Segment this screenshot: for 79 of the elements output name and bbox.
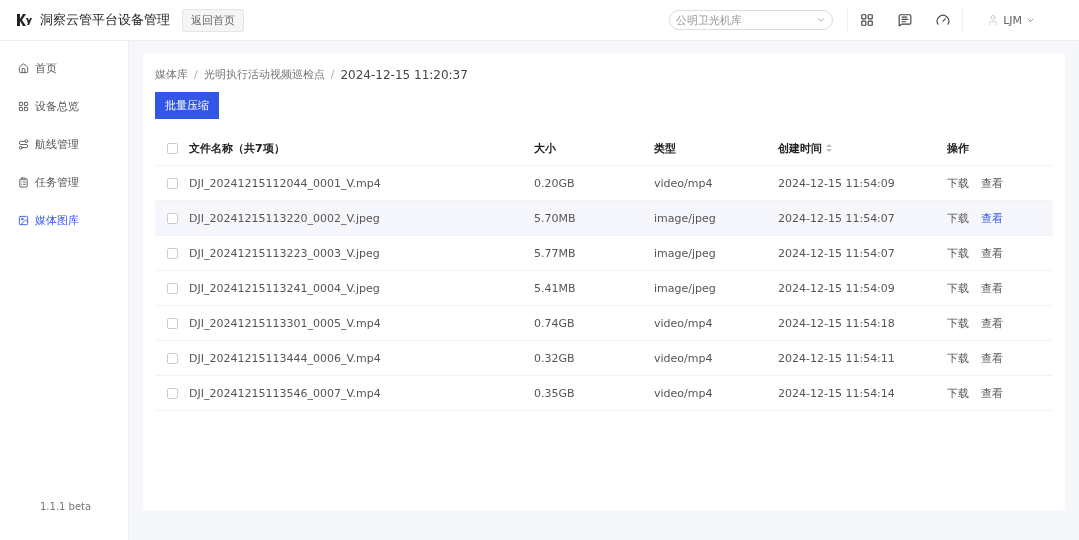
table-cell: DJI_20241215112044_0001_V.mp4 xyxy=(189,176,381,190)
menu-icon xyxy=(18,138,29,150)
action-link[interactable]: 下载 xyxy=(947,175,969,191)
sidebar-item[interactable]: 航线管理 xyxy=(0,125,128,163)
table-cell: image/jpeg xyxy=(654,246,716,260)
breadcrumb-separator: / xyxy=(330,68,335,81)
user-menu[interactable]: LJM xyxy=(981,12,1041,28)
chevron-down-icon xyxy=(816,15,827,25)
menu-icon xyxy=(18,214,29,226)
checkbox[interactable] xyxy=(166,247,178,259)
table-cell: 5.77MB xyxy=(534,246,576,260)
table-cell: video/mp4 xyxy=(654,176,713,190)
sort-icon[interactable] xyxy=(826,144,832,152)
action-link[interactable]: 下载 xyxy=(947,350,969,366)
back-home-button[interactable]: 返回首页 xyxy=(182,8,244,32)
checkbox[interactable] xyxy=(166,212,178,224)
version-label: 1.1.1 beta xyxy=(39,501,93,514)
checkbox[interactable] xyxy=(166,317,178,329)
batch-compress-button[interactable]: 批量压缩 xyxy=(155,92,219,119)
sidebar-item[interactable]: 首页 xyxy=(0,49,128,87)
checkbox[interactable] xyxy=(166,142,178,154)
table-cell: DJI_20241215113301_0005_V.mp4 xyxy=(189,316,381,330)
table-cell: DJI_20241215113241_0004_V.jpeg xyxy=(189,281,380,295)
action-link[interactable]: 查看 xyxy=(981,280,1003,296)
table-cell: video/mp4 xyxy=(654,316,713,330)
user-icon xyxy=(987,14,1000,26)
action-link[interactable]: 下载 xyxy=(947,315,969,331)
column-header: 操作 xyxy=(947,140,969,156)
table-cell: 2024-12-15 11:54:18 xyxy=(778,316,895,330)
app-title: 洞察云管平台设备管理 xyxy=(40,11,170,29)
table-cell: 0.20GB xyxy=(534,176,575,190)
sidebar-item[interactable]: 媒体图库 xyxy=(0,201,128,239)
action-link[interactable]: 查看 xyxy=(981,350,1003,366)
table-cell: 2024-12-15 11:54:07 xyxy=(778,246,895,260)
action-link[interactable]: 下载 xyxy=(947,280,969,296)
menu-icon xyxy=(18,176,29,188)
table-cell: 5.70MB xyxy=(534,211,576,225)
breadcrumb-item[interactable]: 光明执行活动视频巡检点 xyxy=(203,67,325,82)
table-cell: 2024-12-15 11:54:09 xyxy=(778,176,895,190)
action-link[interactable]: 查看 xyxy=(981,175,1003,191)
table-cell: 2024-12-15 11:54:14 xyxy=(778,386,895,400)
table-cell: 0.32GB xyxy=(534,351,575,365)
breadcrumb-separator: / xyxy=(194,68,198,81)
column-header: 创建时间 xyxy=(778,140,822,156)
action-link[interactable]: 查看 xyxy=(981,210,1003,226)
logo-icon xyxy=(16,12,32,28)
table-cell: DJI_20241215113444_0006_V.mp4 xyxy=(189,351,381,365)
table-cell: DJI_20241215113220_0002_V.jpeg xyxy=(189,211,380,225)
table-cell: 2024-12-15 11:54:07 xyxy=(778,211,895,225)
table-cell: image/jpeg xyxy=(654,281,716,295)
checkbox[interactable] xyxy=(166,352,178,364)
table-cell: 2024-12-15 11:54:11 xyxy=(778,351,895,365)
checkbox[interactable] xyxy=(166,282,178,294)
action-link[interactable]: 查看 xyxy=(981,385,1003,401)
action-link[interactable]: 查看 xyxy=(981,245,1003,261)
action-link[interactable]: 查看 xyxy=(981,315,1003,331)
sidebar-item[interactable]: 任务管理 xyxy=(0,163,128,201)
column-header: 类型 xyxy=(654,140,676,156)
table-cell: 0.74GB xyxy=(534,316,575,330)
breadcrumb-item[interactable]: 媒体库 xyxy=(155,67,188,82)
action-link[interactable]: 下载 xyxy=(947,385,969,401)
table-cell: video/mp4 xyxy=(654,386,713,400)
table-cell: 0.35GB xyxy=(534,386,575,400)
action-link[interactable]: 下载 xyxy=(947,245,969,261)
checkbox[interactable] xyxy=(166,387,178,399)
table-cell: 5.41MB xyxy=(534,281,576,295)
sidebar-item[interactable]: 设备总览 xyxy=(0,87,128,125)
table-cell: 2024-12-15 11:54:09 xyxy=(778,281,895,295)
table-cell: image/jpeg xyxy=(654,211,716,225)
breadcrumb-item: 2024-12-15 11:20:37 xyxy=(340,67,468,82)
column-header: 文件名称（共7项） xyxy=(189,140,285,156)
checkbox[interactable] xyxy=(166,177,178,189)
action-link[interactable]: 下载 xyxy=(947,210,969,226)
column-header: 大小 xyxy=(534,140,556,156)
menu-icon xyxy=(18,100,29,112)
menu-icon xyxy=(18,62,29,74)
table-cell: DJI_20241215113546_0007_V.mp4 xyxy=(189,386,381,400)
table-cell: video/mp4 xyxy=(654,351,713,365)
table-cell: DJI_20241215113223_0003_V.jpeg xyxy=(189,246,380,260)
